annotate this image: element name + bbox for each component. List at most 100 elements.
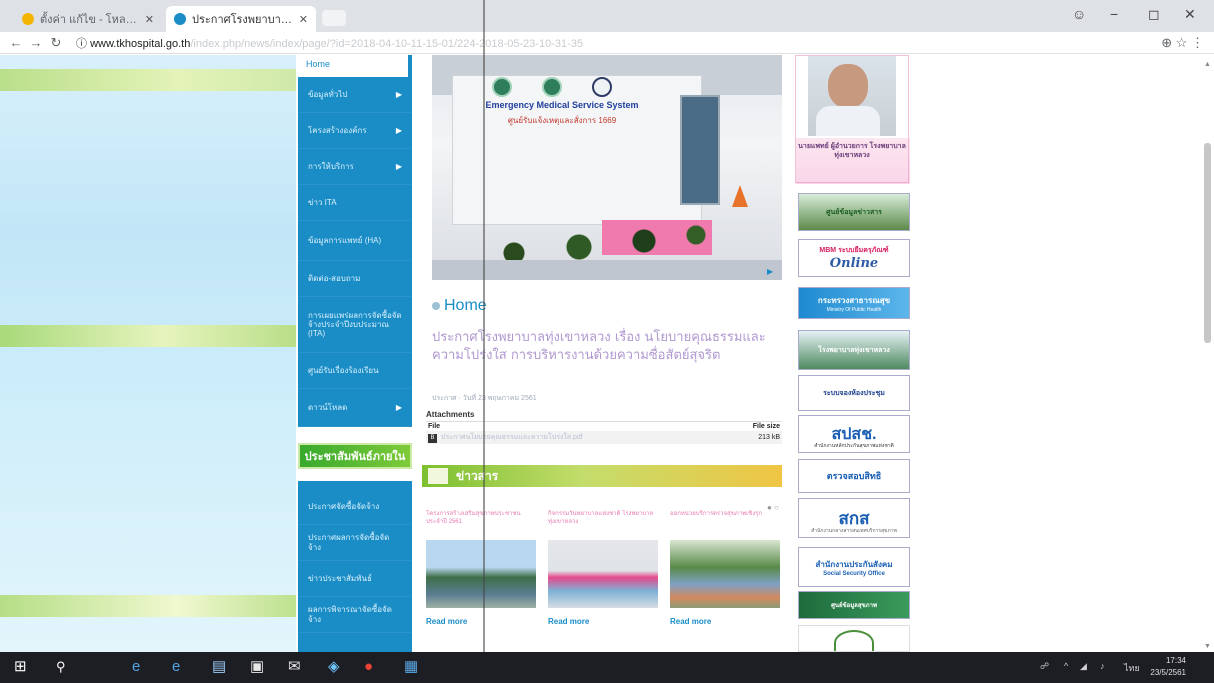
menu-item-about[interactable]: ข้อมูลทั่วไป ▶ xyxy=(298,77,412,113)
back-arrow-icon[interactable]: ← xyxy=(6,35,26,50)
news-thumbnail[interactable] xyxy=(426,540,536,608)
news-icon xyxy=(428,468,448,484)
ie-browser-icon[interactable]: e xyxy=(172,658,180,676)
menu-item-contact[interactable]: ติดต่อ-สอบถาม xyxy=(298,261,412,297)
article-title[interactable]: ประกาศโรงพยาบาลทุ่งเขาหลวง เรื่อง นโยบาย… xyxy=(432,329,788,365)
minimize-button[interactable]: − xyxy=(1110,6,1118,22)
hospital-banner[interactable]: โรงพยาบาลทุ่งเขาหลวง xyxy=(798,330,910,370)
banner-sub: สำนักงานหลักประกันสุขภาพแห่งชาติ xyxy=(814,443,894,449)
address-bar[interactable]: ⓘ www.tkhospital.go.th/index.php/news/in… xyxy=(76,35,583,51)
background-band xyxy=(0,69,296,91)
tab-favicon-icon xyxy=(174,13,186,25)
tray-chevron-icon[interactable]: ^ xyxy=(1064,661,1068,671)
menu-item-download[interactable]: ดาวน์โหลด ▶ xyxy=(298,389,412,427)
menu-home[interactable]: Home xyxy=(298,55,408,77)
scroll-up-arrow-icon[interactable]: ▲ xyxy=(1204,61,1211,68)
menu-item-ita-news[interactable]: ข่าว ITA xyxy=(298,185,412,221)
store-icon[interactable]: ▣ xyxy=(250,658,264,676)
url-path: /index.php/news/index/page/?id=2018-04-1… xyxy=(190,37,584,50)
browser-tab-2[interactable]: ประกาศโรงพยาบาลทุ่งเขาหลวง ✕ xyxy=(166,6,316,32)
chevron-right-icon: ▶ xyxy=(395,403,402,412)
internal-pr-banner[interactable]: ประชาสัมพันธ์ภายใน xyxy=(298,443,412,469)
page-background xyxy=(0,55,296,652)
menu-item-label: ข้อมูลทั่วไป xyxy=(308,90,348,99)
close-tab-icon[interactable]: ✕ xyxy=(299,13,308,26)
bottom-logo-banner[interactable] xyxy=(798,625,910,652)
news-card[interactable]: โครงการสร้างเสริมสุขภาพประชาชน ประจำปี 2… xyxy=(426,510,536,626)
account-icon[interactable]: ☺ xyxy=(1072,6,1086,22)
read-more-link[interactable]: Read more xyxy=(548,617,658,626)
edge-browser-icon[interactable]: e xyxy=(132,658,140,676)
menu-dots-icon[interactable]: ⋮ xyxy=(1191,35,1204,50)
tab-label: ประกาศโรงพยาบาลทุ่งเขาหลวง xyxy=(192,14,295,26)
social-security-banner[interactable]: สำนักงานประกันสังคม Social Security Offi… xyxy=(798,547,910,587)
news-caption[interactable]: กิจกรรมวันพยาบาลแห่งชาติ โรงพยาบาลทุ่งเข… xyxy=(548,510,658,534)
mail-icon[interactable]: ✉ xyxy=(288,658,301,676)
page-scrollbar[interactable]: ▲ ▼ xyxy=(1202,55,1212,652)
slide-next-arrow-icon[interactable]: ▶ xyxy=(767,267,773,276)
file-explorer-icon[interactable]: ▤ xyxy=(212,658,226,676)
menu2-item[interactable]: ผลการพิจารณาจัดซื้อจัดจ้าง xyxy=(298,597,412,633)
news-caption[interactable]: โครงการสร้างเสริมสุขภาพประชาชน ประจำปี 2… xyxy=(426,510,536,534)
menu-item-ha[interactable]: ข้อมูลการแพทย์ (HA) xyxy=(298,221,412,261)
news-card[interactable]: ออกหน่วยบริการตรวจสุขภาพเชิงรุก Read mor… xyxy=(670,510,780,626)
news-card[interactable]: กิจกรรมวันพยาบาลแห่งชาติ โรงพยาบาลทุ่งเข… xyxy=(548,510,658,626)
menu2-item[interactable]: ประกาศจัดซื้อจัดจ้าง xyxy=(298,489,412,525)
menu2-item[interactable]: ข่าวประชาสัมพันธ์ xyxy=(298,561,412,597)
menu-item-complaints[interactable]: ศูนย์รับเรื่องร้องเรียน xyxy=(298,353,412,389)
zoom-icon[interactable]: ⊕ xyxy=(1161,35,1172,50)
system-clock[interactable]: 17:34 23/5/2561 xyxy=(1150,655,1186,679)
attachment-row[interactable]: B ประกาศนโยบายคุณธรรมและความโปร่งใส.pdf 2… xyxy=(426,431,782,444)
hero-door xyxy=(680,95,720,205)
close-tab-icon[interactable]: ✕ xyxy=(145,13,154,26)
scroll-thumb[interactable] xyxy=(1204,143,1211,343)
chrome-icon[interactable]: ● xyxy=(364,658,373,676)
web-page: Home ข้อมูลทั่วไป ▶ โครงสร้างองค์กร ▶ การใ… xyxy=(0,55,1214,652)
close-window-button[interactable]: ✕ xyxy=(1184,6,1196,23)
read-more-link[interactable]: Read more xyxy=(426,617,536,626)
moph-banner[interactable]: กระทรวงสาธารณสุข Ministry Of Public Heal… xyxy=(798,287,910,319)
network-icon[interactable]: ◢ xyxy=(1080,661,1087,672)
nhso-banner[interactable]: สปสช. สำนักงานหลักประกันสุขภาพแห่งชาติ xyxy=(798,415,910,453)
equipment-booking-banner[interactable]: MBM ระบบยืมครุภัณฑ์ Online xyxy=(798,239,910,277)
start-windows-icon[interactable]: ⊞ xyxy=(14,658,27,676)
health-data-banner[interactable]: ศูนย์ข้อมูลสุขภาพ xyxy=(798,591,910,619)
chi-banner[interactable]: สกส สำนักงานกลางสารสนเทศบริการสุขภาพ xyxy=(798,498,910,538)
scan-fold-line xyxy=(483,0,485,683)
input-language[interactable]: ไทย xyxy=(1124,661,1140,675)
photos-icon[interactable]: ▦ xyxy=(404,658,418,676)
menu-item-services[interactable]: การให้บริการ ▶ xyxy=(298,149,412,185)
tab-favicon-icon xyxy=(22,13,34,25)
banner-sub: Ministry Of Public Health xyxy=(826,306,882,313)
bookmark-star-icon[interactable]: ☆ xyxy=(1176,35,1188,50)
banner-label: สำนักงานประกันสังคม xyxy=(815,559,893,569)
app-shield-icon[interactable]: ◈ xyxy=(328,658,340,676)
meeting-room-banner[interactable]: ระบบจองห้องประชุม xyxy=(798,375,910,411)
menu-item-structure[interactable]: โครงสร้างองค์กร ▶ xyxy=(298,113,412,149)
info-center-banner[interactable]: ศูนย์ข้อมูลข่าวสาร xyxy=(798,193,910,231)
search-icon[interactable]: ⚲ xyxy=(56,658,66,676)
main-menu: Home ข้อมูลทั่วไป ▶ โครงสร้างองค์กร ▶ การใ… xyxy=(298,55,412,427)
attachments-table: File File size B ประกาศนโยบายคุณธรรมและคว… xyxy=(426,421,782,449)
rights-check-banner[interactable]: ตรวจสอบสิทธิ xyxy=(798,459,910,493)
news-caption[interactable]: ออกหน่วยบริการตรวจสุขภาพเชิงรุก xyxy=(670,510,780,534)
news-section-title: ข่าวสาร xyxy=(456,468,499,483)
reload-icon[interactable]: ↻ xyxy=(46,35,66,51)
menu-item-label: ศูนย์รับเรื่องร้องเรียน xyxy=(308,366,379,375)
scroll-down-arrow-icon[interactable]: ▼ xyxy=(1204,643,1211,650)
forward-arrow-icon[interactable]: → xyxy=(26,35,46,50)
director-card: นายแพทย์ ผู้อำนวยการ โรงพยาบาลทุ่งเขาหลว… xyxy=(795,55,910,184)
people-icon[interactable]: ☍ xyxy=(1040,661,1049,672)
new-tab-button[interactable] xyxy=(322,10,346,26)
tab-label: ตั้งค่า แก้ไข - โหลดตารางงาน xyxy=(40,14,141,26)
news-thumbnail[interactable] xyxy=(670,540,780,608)
menu-item-label: ข่าว ITA xyxy=(308,198,337,207)
read-more-link[interactable]: Read more xyxy=(670,617,780,626)
menu-item-procurement[interactable]: การเผยแพร่ผลการจัดซื้อจัดจ้างประจำปีงบปร… xyxy=(298,297,412,353)
news-thumbnail[interactable] xyxy=(548,540,658,608)
browser-tab-1[interactable]: ตั้งค่า แก้ไข - โหลดตารางงาน ✕ xyxy=(14,6,162,32)
attachment-file-link[interactable]: ประกาศนโยบายคุณธรรมและความโปร่งใส.pdf xyxy=(441,434,583,441)
maximize-button[interactable]: ◻ xyxy=(1148,6,1160,23)
menu2-item[interactable]: ประกาศผลการจัดซื้อจัดจ้าง xyxy=(298,525,412,561)
volume-icon[interactable]: ♪ xyxy=(1100,661,1105,671)
